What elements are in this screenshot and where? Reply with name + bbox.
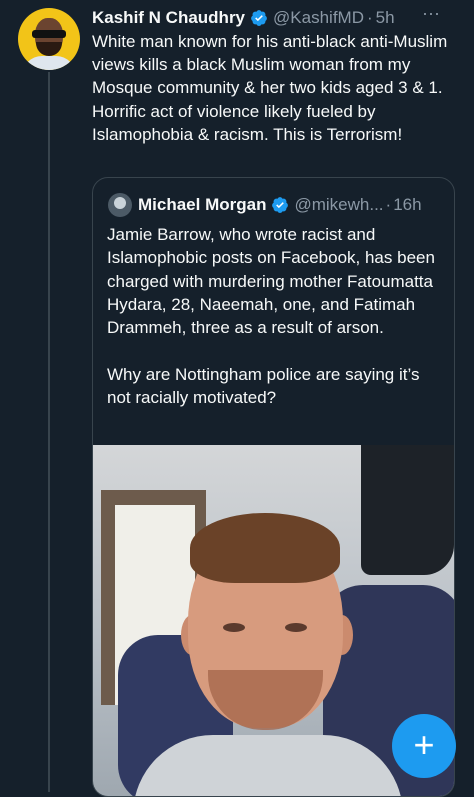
quoted-tweet-card[interactable]: Michael Morgan @mikewh... · 16h Jamie Ba… xyxy=(92,177,455,797)
verified-badge-icon xyxy=(272,197,289,213)
quoted-author-name[interactable]: Michael Morgan xyxy=(138,195,266,215)
quoted-author-avatar[interactable] xyxy=(108,193,132,217)
quoted-tweet-text: Jamie Barrow, who wrote racist and Islam… xyxy=(107,225,435,408)
quoted-tweet-timestamp[interactable]: 16h xyxy=(393,195,421,215)
quoted-author-handle[interactable]: @mikewh... xyxy=(294,195,383,215)
quoted-tweet-header: Michael Morgan @mikewh... · 16h xyxy=(108,193,422,217)
author-name[interactable]: Kashif N Chaudhry xyxy=(92,8,245,28)
more-dots-icon[interactable]: ··· xyxy=(416,4,446,26)
separator-dot: · xyxy=(366,8,373,27)
tweet-timestamp[interactable]: 5h xyxy=(376,8,395,28)
author-handle[interactable]: @KashifMD xyxy=(273,8,364,28)
tweet-text: White man known for his anti-black anti-… xyxy=(92,32,448,144)
separator-dot: · xyxy=(385,195,392,214)
compose-tweet-button[interactable]: + xyxy=(392,714,456,778)
tweet-header: Kashif N Chaudhry @KashifMD · 5h xyxy=(92,6,466,30)
verified-badge-icon xyxy=(251,10,267,26)
author-avatar[interactable] xyxy=(18,8,80,70)
thread-connector-line xyxy=(48,72,50,792)
